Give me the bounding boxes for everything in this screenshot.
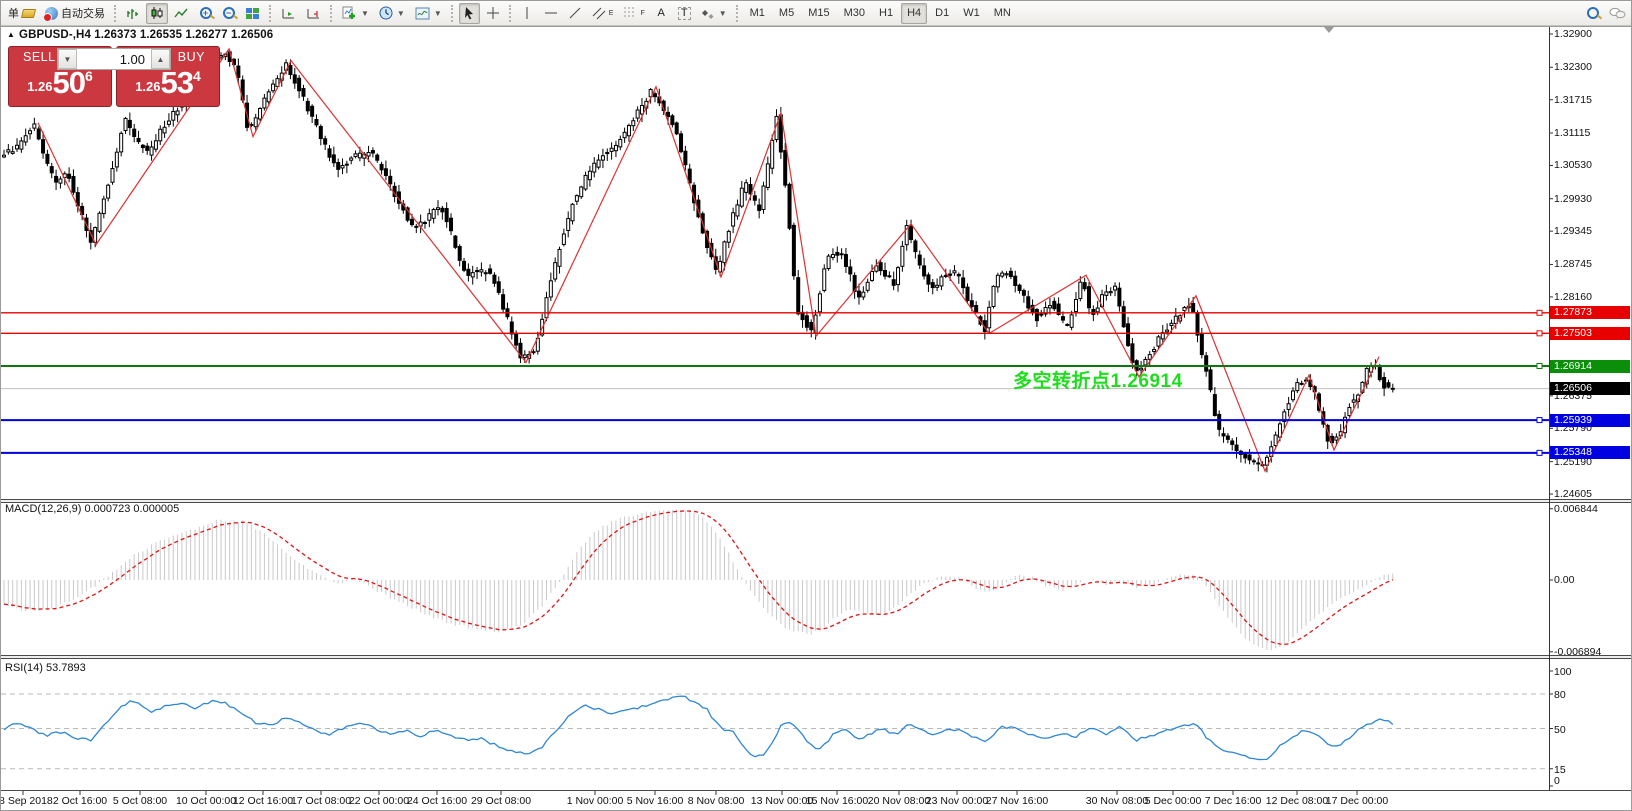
volume-decrease-button[interactable]: ▼ — [58, 49, 77, 69]
text-button[interactable]: A — [651, 3, 672, 24]
search-button[interactable] — [1582, 3, 1603, 24]
zoom-out-icon: − — [223, 7, 235, 19]
buy-price-small: 1.26 — [135, 79, 160, 94]
sell-price-big: 50 — [53, 65, 85, 100]
macd-panel[interactable] — [1, 503, 1549, 655]
trading-terminal-window: 单 自动交易 + − ▼ — [0, 0, 1632, 811]
autotrade-label: 自动交易 — [61, 5, 105, 21]
candlestick-chart-button[interactable] — [146, 3, 168, 24]
chevron-down-icon: ▼ — [719, 9, 727, 18]
zoom-out-button[interactable]: − — [218, 3, 239, 24]
text-label-icon: T — [678, 7, 691, 20]
volume-spinner: ▼ 1.00 ▲ — [57, 48, 171, 70]
crosshair-icon — [486, 6, 500, 20]
trendline-button[interactable] — [564, 3, 586, 24]
buy-price-big: 53 — [161, 65, 193, 100]
volume-increase-button[interactable]: ▲ — [151, 49, 170, 69]
toolbar-grip — [736, 5, 739, 22]
tf-M15[interactable]: M15 — [802, 3, 835, 24]
one-click-trading-panel: SELL 1.26506 BUY 1.26534 ▼ 1.00 ▲ — [8, 46, 220, 107]
auto-scroll-button[interactable] — [277, 3, 300, 24]
channel-letter: E — [609, 10, 614, 17]
zoom-in-button[interactable]: + — [195, 3, 216, 24]
sell-price-sup: 6 — [85, 68, 93, 84]
autotrade-globe-icon — [45, 7, 58, 20]
buy-price-sup: 4 — [193, 68, 201, 84]
bar-chart-button[interactable] — [122, 3, 144, 24]
chat-button[interactable] — [1605, 3, 1630, 24]
chat-icon — [1609, 7, 1626, 20]
zoom-in-icon: + — [200, 7, 212, 19]
tf-H1[interactable]: H1 — [873, 3, 899, 24]
text-label-button[interactable]: T — [674, 3, 695, 24]
bar-chart-icon — [126, 7, 140, 20]
indicators-icon — [342, 6, 357, 20]
autotrade-button[interactable]: 自动交易 — [41, 3, 109, 24]
tile-windows-button[interactable] — [241, 3, 264, 24]
toolbar-grip — [509, 5, 512, 22]
horizontal-line-icon — [544, 8, 558, 18]
fibonacci-button[interactable]: F — [619, 3, 648, 24]
cursor-button[interactable] — [459, 3, 480, 24]
search-icon — [1587, 7, 1599, 19]
rsi-panel[interactable] — [1, 659, 1549, 789]
crosshair-button[interactable] — [482, 3, 504, 24]
toolbar-grip — [269, 5, 272, 22]
toolbar-grip — [451, 5, 454, 22]
auto-scroll-icon — [281, 7, 296, 20]
main-toolbar: 单 自动交易 + − ▼ — [1, 1, 1632, 26]
cursor-icon — [463, 6, 475, 20]
trendline-icon — [568, 6, 582, 20]
chevron-down-icon: ▼ — [361, 9, 369, 18]
chevron-down-icon: ▼ — [397, 9, 405, 18]
main-chart-panel[interactable] — [1, 27, 1549, 499]
shapes-icon — [701, 7, 715, 20]
tf-M1[interactable]: M1 — [744, 3, 771, 24]
toolbar-grip — [330, 5, 333, 22]
order-box-icon — [21, 9, 36, 18]
tf-M30[interactable]: M30 — [838, 3, 871, 24]
text-icon: A — [658, 8, 665, 19]
templates-button[interactable]: ▼ — [411, 3, 446, 24]
toolbar-grip — [114, 5, 117, 22]
chart-shift-icon — [306, 7, 321, 20]
sell-price-small: 1.26 — [27, 79, 52, 94]
candlestick-chart-icon — [150, 6, 164, 20]
tf-D1[interactable]: D1 — [929, 3, 955, 24]
tf-W1[interactable]: W1 — [957, 3, 986, 24]
new-order-label: 单 — [8, 5, 19, 21]
volume-input[interactable]: 1.00 — [77, 49, 151, 69]
time-axis-scale[interactable] — [1, 791, 1549, 811]
templates-icon — [415, 7, 430, 20]
indicators-button[interactable]: ▼ — [338, 3, 373, 24]
channel-icon — [592, 6, 606, 20]
tf-MN[interactable]: MN — [988, 3, 1017, 24]
new-order-button[interactable]: 单 — [4, 3, 39, 24]
shapes-button[interactable]: ▼ — [697, 3, 731, 24]
periods-button[interactable]: ▼ — [375, 3, 409, 24]
periods-clock-icon — [379, 6, 393, 20]
chevron-down-icon: ▼ — [434, 9, 442, 18]
tf-H4[interactable]: H4 — [901, 3, 927, 24]
tile-windows-icon — [245, 7, 260, 20]
line-chart-icon — [174, 7, 189, 20]
vertical-line-icon — [522, 6, 532, 20]
vertical-line-button[interactable] — [517, 3, 538, 24]
price-axis-scale[interactable] — [1549, 27, 1632, 791]
line-chart-button[interactable] — [170, 3, 193, 24]
fibonacci-icon — [623, 6, 637, 20]
chart-shift-button[interactable] — [302, 3, 325, 24]
fibo-letter: F — [640, 10, 644, 17]
tf-M5[interactable]: M5 — [773, 3, 800, 24]
equidistant-channel-button[interactable]: E — [588, 3, 618, 24]
horizontal-line-button[interactable] — [540, 3, 562, 24]
